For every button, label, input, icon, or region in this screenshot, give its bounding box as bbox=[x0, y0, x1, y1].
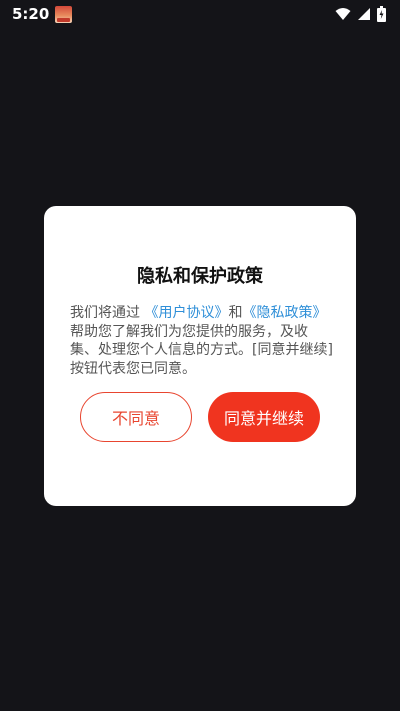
battery-charging-icon bbox=[377, 6, 386, 22]
agree-continue-button[interactable]: 同意并继续 bbox=[208, 392, 320, 442]
user-agreement-link[interactable]: 《用户协议》 bbox=[144, 305, 228, 321]
decline-button-label: 不同意 bbox=[111, 409, 160, 428]
decline-button[interactable]: 不同意 bbox=[80, 392, 192, 442]
cellular-signal-icon bbox=[357, 7, 371, 21]
status-time: 5:20 bbox=[12, 5, 50, 23]
app-thumbnail-icon bbox=[55, 5, 73, 23]
status-icons bbox=[335, 6, 386, 22]
agree-button-label: 同意并继续 bbox=[223, 409, 304, 428]
status-bar: 5:20 bbox=[0, 0, 400, 28]
privacy-dialog: 隐私和保护政策 我们将通过 《用户协议》和《隐私政策》帮助您了解我们为您提供的服… bbox=[44, 206, 356, 506]
body-prefix: 我们将通过 bbox=[70, 305, 145, 321]
body-suffix: 帮助您了解我们为您提供的服务，及收集、处理您个人信息的方式。[同意并继续]按钮代… bbox=[70, 323, 333, 377]
dialog-body: 我们将通过 《用户协议》和《隐私政策》帮助您了解我们为您提供的服务，及收集、处理… bbox=[70, 304, 334, 378]
screen: 5:20 隐私和保护政策 我们将通过 《用户协议》和《隐私政策》帮助您了解我们为… bbox=[0, 0, 400, 711]
body-connector: 和 bbox=[228, 305, 243, 321]
privacy-policy-link[interactable]: 《隐私政策》 bbox=[242, 305, 326, 321]
dialog-title: 隐私和保护政策 bbox=[137, 266, 263, 287]
wifi-icon bbox=[335, 7, 351, 21]
